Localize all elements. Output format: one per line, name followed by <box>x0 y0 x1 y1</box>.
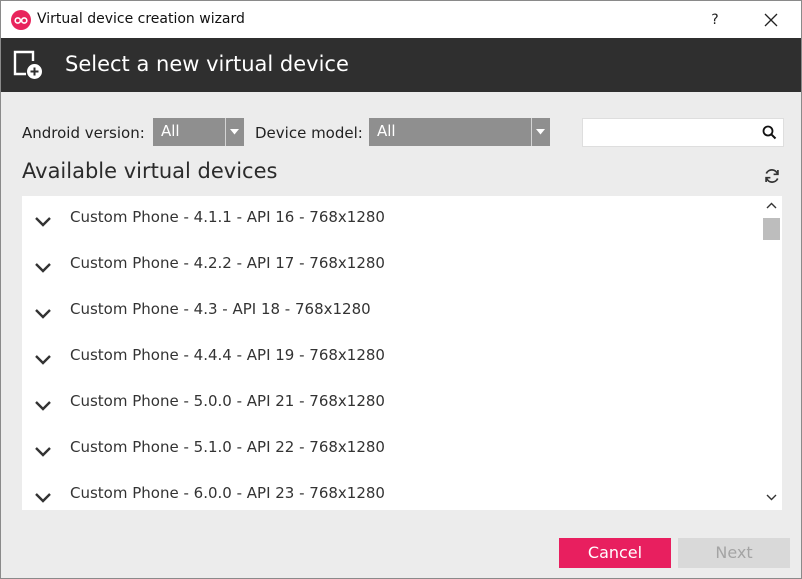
device-row[interactable]: Custom Phone - 4.3 - API 18 - 768x1280 <box>22 288 760 334</box>
device-row[interactable]: Custom Phone - 5.1.0 - API 22 - 768x1280 <box>22 426 760 472</box>
device-row-label: Custom Phone - 4.4.4 - API 19 - 768x1280 <box>70 346 385 364</box>
android-version-dropdown-arrow[interactable] <box>225 118 244 146</box>
caret-down-icon <box>536 129 545 135</box>
chevron-down-icon[interactable] <box>34 216 52 227</box>
refresh-icon[interactable] <box>763 167 781 185</box>
scroll-down-icon[interactable] <box>766 494 777 501</box>
device-row[interactable]: Custom Phone - 5.0.0 - API 21 - 768x1280 <box>22 380 760 426</box>
window-title: Virtual device creation wizard <box>37 11 245 27</box>
search-icon[interactable] <box>762 125 777 140</box>
scroll-up-icon[interactable] <box>766 202 777 209</box>
app-logo-icon <box>11 10 31 30</box>
chevron-down-icon[interactable] <box>34 354 52 365</box>
close-button[interactable] <box>749 5 793 35</box>
device-row-label: Custom Phone - 5.0.0 - API 21 - 768x1280 <box>70 392 385 410</box>
help-button[interactable]: ? <box>693 5 737 35</box>
device-model-label: Device model: <box>255 124 363 142</box>
android-version-select[interactable]: All <box>153 118 244 146</box>
device-model-dropdown-arrow[interactable] <box>531 118 550 146</box>
device-model-select[interactable]: All <box>369 118 550 146</box>
device-row-label: Custom Phone - 5.1.0 - API 22 - 768x1280 <box>70 438 385 456</box>
device-row[interactable]: Custom Phone - 4.2.2 - API 17 - 768x1280 <box>22 242 760 288</box>
caret-down-icon <box>230 129 239 135</box>
scroll-thumb[interactable] <box>763 218 780 240</box>
available-devices-title: Available virtual devices <box>22 159 278 183</box>
device-list[interactable]: Custom Phone - 4.1.1 - API 16 - 768x1280… <box>22 196 782 510</box>
wizard-window: Virtual device creation wizard ? Select … <box>0 0 802 579</box>
chevron-down-icon[interactable] <box>34 400 52 411</box>
device-model-value: All <box>377 122 396 140</box>
chevron-down-icon[interactable] <box>34 308 52 319</box>
android-version-label: Android version: <box>22 124 145 142</box>
search-input[interactable] <box>587 122 755 144</box>
device-row-label: Custom Phone - 4.3 - API 18 - 768x1280 <box>70 300 371 318</box>
device-row[interactable]: Custom Phone - 4.4.4 - API 19 - 768x1280 <box>22 334 760 380</box>
page-header: Select a new virtual device <box>1 38 801 92</box>
device-row-label: Custom Phone - 4.1.1 - API 16 - 768x1280 <box>70 208 385 226</box>
chevron-down-icon[interactable] <box>34 492 52 503</box>
search-box[interactable] <box>582 118 784 147</box>
list-scrollbar[interactable] <box>761 196 782 510</box>
add-device-icon <box>13 50 42 79</box>
title-bar: Virtual device creation wizard ? <box>1 1 801 38</box>
device-row-label: Custom Phone - 4.2.2 - API 17 - 768x1280 <box>70 254 385 272</box>
next-button[interactable]: Next <box>678 538 790 568</box>
device-row[interactable]: Custom Phone - 6.0.0 - API 23 - 768x1280 <box>22 472 760 510</box>
device-row-label: Custom Phone - 6.0.0 - API 23 - 768x1280 <box>70 484 385 502</box>
android-version-value: All <box>161 122 180 140</box>
cancel-button[interactable]: Cancel <box>559 538 671 568</box>
chevron-down-icon[interactable] <box>34 262 52 273</box>
chevron-down-icon[interactable] <box>34 446 52 457</box>
device-row[interactable]: Custom Phone - 4.1.1 - API 16 - 768x1280 <box>22 196 760 242</box>
page-title: Select a new virtual device <box>65 52 349 76</box>
close-icon <box>764 13 778 27</box>
